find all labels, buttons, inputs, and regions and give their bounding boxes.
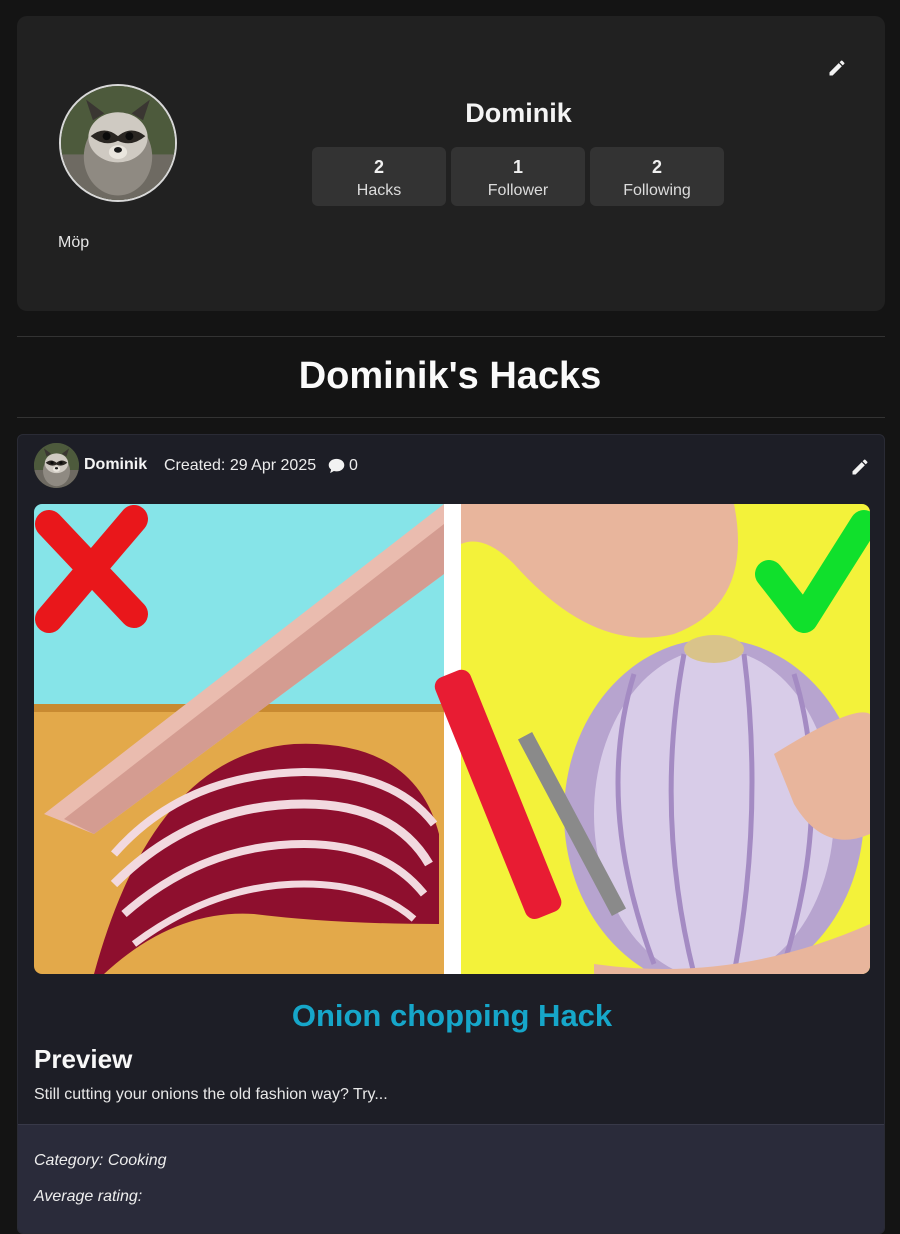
stat-following[interactable]: 2 Following — [590, 147, 724, 206]
comment-count-value: 0 — [349, 457, 358, 474]
edit-profile-pencil-icon[interactable] — [827, 58, 847, 78]
hack-thumbnail[interactable] — [34, 504, 870, 974]
edit-hack-pencil-icon[interactable] — [850, 457, 870, 477]
stat-hacks[interactable]: 2 Hacks — [312, 147, 446, 206]
hack-card: Dominik Created: 29 Apr 2025 0 Onion cho… — [17, 434, 885, 1234]
onion-comparison-image — [34, 504, 870, 974]
hack-average-rating: Average rating: — [34, 1188, 143, 1205]
stat-followers-value: 1 — [512, 157, 523, 177]
divider-top — [17, 336, 885, 337]
hack-created-date: Created: 29 Apr 2025 — [164, 457, 317, 474]
comment-count[interactable]: 0 — [328, 457, 358, 475]
raccoon-avatar-image — [34, 443, 79, 488]
stat-hacks-value: 2 — [373, 157, 384, 177]
stat-hacks-label: Hacks — [356, 182, 402, 199]
hack-meta: Category: Cooking Average rating: — [18, 1124, 884, 1233]
stat-following-value: 2 — [651, 157, 662, 177]
stat-followers[interactable]: 1 Follower — [451, 147, 585, 206]
stat-followers-label: Follower — [487, 182, 549, 199]
section-title: Dominik's Hacks — [298, 355, 602, 397]
preview-text: Still cutting your onions the old fashio… — [34, 1086, 388, 1103]
hack-category: Category: Cooking — [34, 1152, 167, 1169]
stat-following-label: Following — [623, 182, 691, 199]
profile-card: Dominik 2 Hacks 1 Follower 2 Following M… — [17, 16, 885, 311]
author-avatar[interactable] — [34, 443, 79, 488]
divider-bottom — [17, 417, 885, 418]
hack-title[interactable]: Onion chopping Hack — [18, 998, 884, 1034]
hack-header: Dominik Created: 29 Apr 2025 0 — [34, 443, 870, 489]
profile-name: Dominik — [465, 98, 572, 128]
hack-author[interactable]: Dominik — [84, 456, 147, 474]
speech-bubble-icon — [328, 458, 345, 474]
profile-stats: 2 Hacks 1 Follower 2 Following — [312, 147, 724, 206]
preview-heading: Preview — [34, 1044, 133, 1074]
profile-bio: Möp — [58, 234, 90, 251]
